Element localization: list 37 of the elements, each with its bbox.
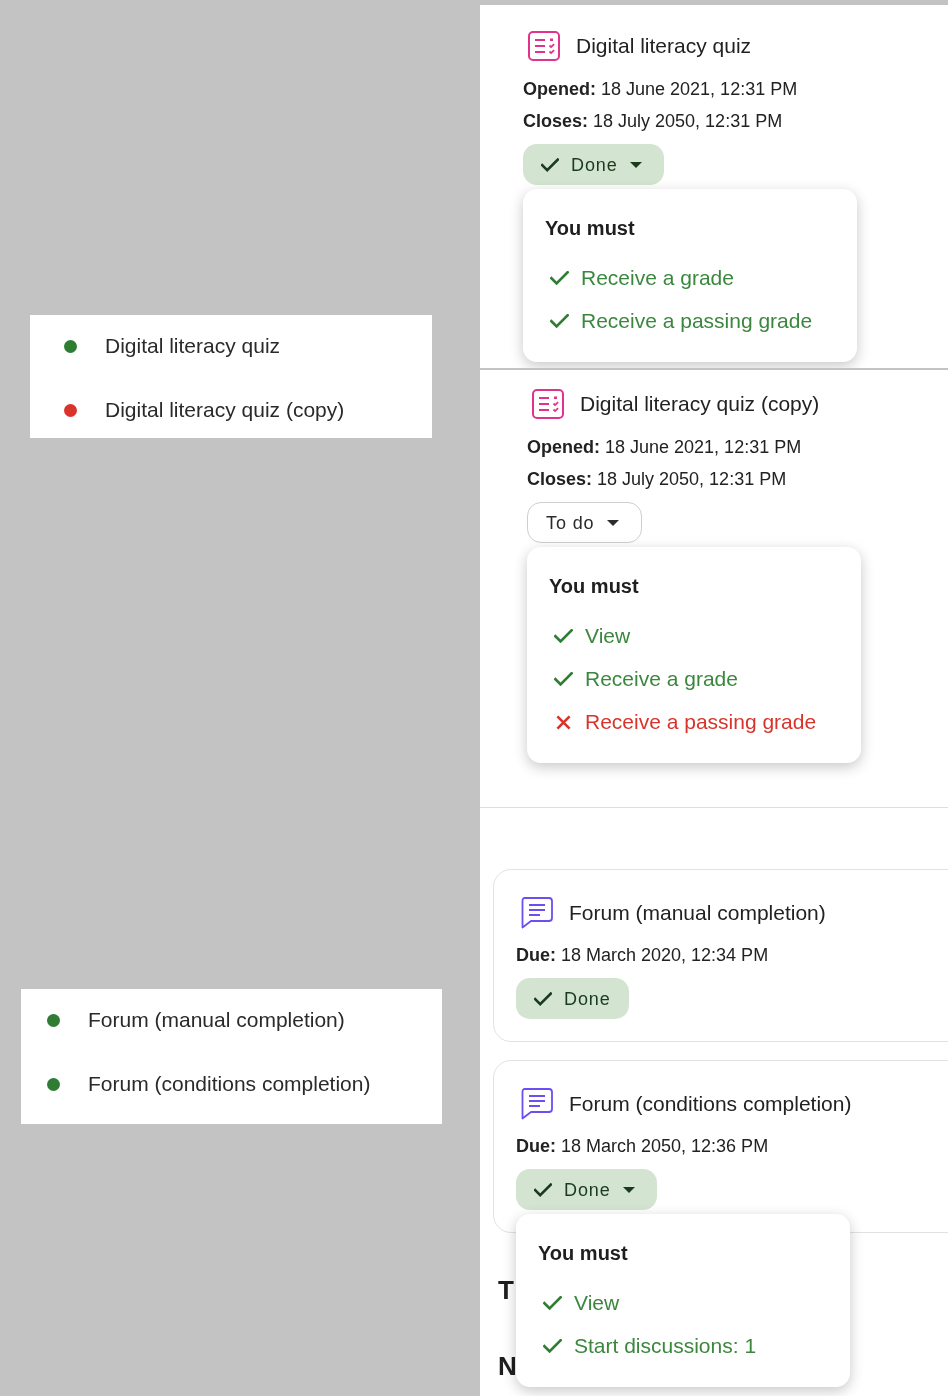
condition-text: Receive a grade: [585, 666, 738, 692]
popup-heading: You must: [538, 1241, 628, 1266]
date-text: Opened: 18 June 2021, 12:31 PM: [523, 78, 798, 101]
legend-label: Digital literacy quiz: [105, 333, 281, 359]
activity-title: Digital literacy quiz (copy): [580, 391, 820, 417]
section-heading: N: [498, 1350, 517, 1382]
popup-heading: You must: [549, 574, 639, 599]
condition-text: Receive a grade: [581, 265, 734, 291]
legend-label: Digital literacy quiz (copy): [105, 397, 345, 423]
condition-text: Receive a passing grade: [585, 709, 817, 735]
check-icon: [541, 157, 559, 172]
completion-button[interactable]: Done: [516, 1169, 657, 1210]
completion-button[interactable]: Done: [516, 978, 629, 1019]
activity-title: Forum (manual completion): [569, 899, 826, 926]
condition-text: View: [585, 623, 631, 649]
check-icon: [534, 991, 552, 1006]
legend-label: Forum (conditions completion): [88, 1071, 371, 1097]
date-text: Closes: 18 July 2050, 12:31 PM: [523, 110, 783, 133]
completion-button[interactable]: To do: [527, 502, 642, 543]
legend-label: Forum (manual completion): [88, 1007, 345, 1033]
activity-title: Forum (conditions completion): [569, 1090, 852, 1117]
condition-text: Receive a passing grade: [581, 308, 813, 334]
speech-bubble-icon: [519, 896, 553, 929]
date-text: Opened: 18 June 2021, 12:31 PM: [527, 436, 802, 459]
checklist-icon: [532, 389, 564, 419]
popup-heading: You must: [545, 216, 635, 241]
date-text: Closes: 18 July 2050, 12:31 PM: [527, 468, 787, 491]
section-heading: T: [498, 1274, 514, 1306]
condition-text: Start discussions: 1: [574, 1333, 757, 1359]
condition-text: View: [574, 1290, 620, 1316]
completion-button[interactable]: Done: [523, 144, 664, 185]
speech-bubble-icon: [519, 1087, 553, 1120]
checklist-icon: [528, 31, 560, 61]
date-text: Due: 18 March 2050, 12:36 PM: [516, 1135, 769, 1158]
activity-title: Digital literacy quiz: [576, 33, 752, 59]
date-text: Due: 18 March 2020, 12:34 PM: [516, 944, 769, 967]
check-icon: [534, 1182, 552, 1197]
